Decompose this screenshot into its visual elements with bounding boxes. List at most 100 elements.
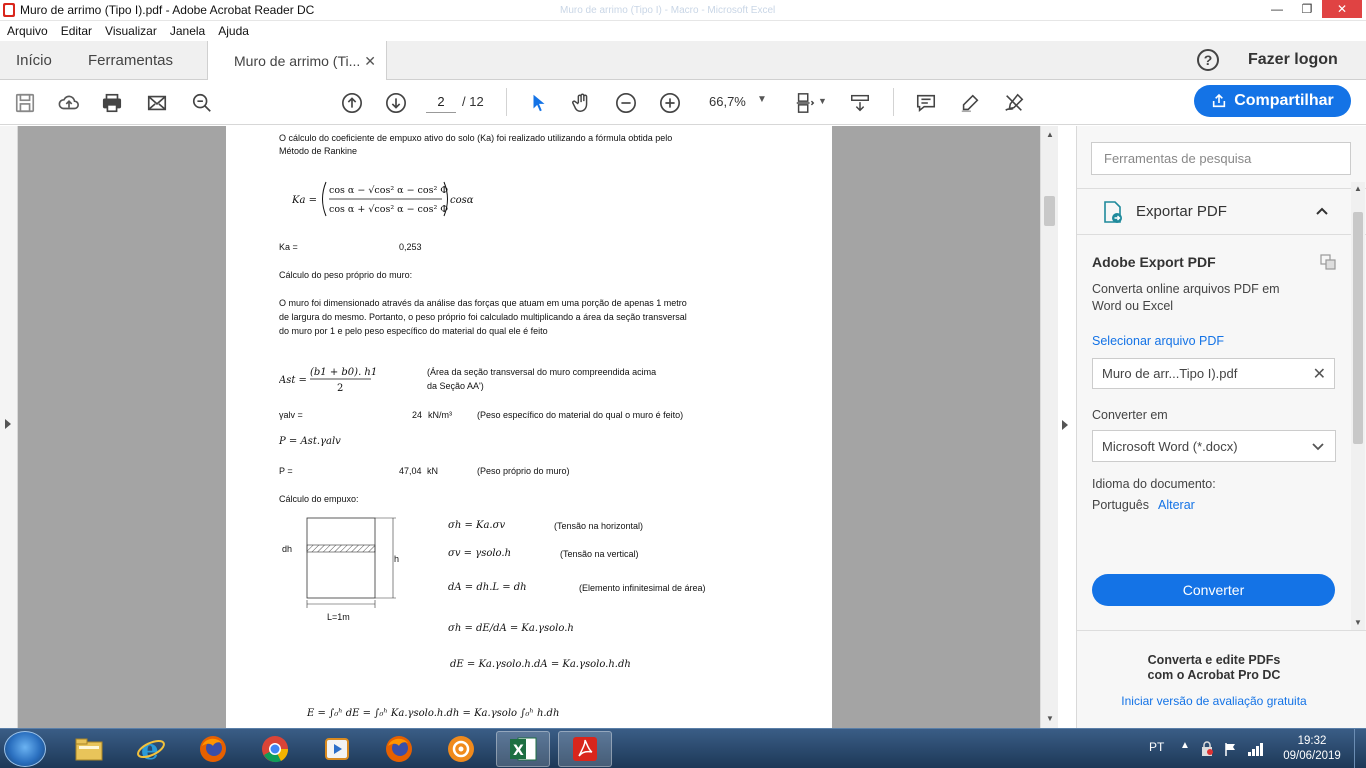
input-language[interactable]: PT xyxy=(1149,740,1164,754)
help-icon[interactable]: ? xyxy=(1197,49,1219,71)
svg-text:X: X xyxy=(513,743,524,759)
scroll-down-icon[interactable]: ▼ xyxy=(1046,714,1054,723)
svg-text:cosα: cosα xyxy=(450,195,474,206)
pdf-page: O cálculo do coeficiente de empuxo ativo… xyxy=(226,126,832,728)
system-clock[interactable]: 19:32 09/06/2019 xyxy=(1282,734,1342,764)
section-heading: Cálculo do peso próprio do muro: xyxy=(279,270,413,280)
share-button-label: Compartilhar xyxy=(1234,92,1334,109)
firefox-alt-icon[interactable] xyxy=(372,731,426,767)
minimize-button[interactable]: — xyxy=(1262,0,1292,18)
start-button[interactable] xyxy=(4,731,46,767)
hand-tool-icon[interactable] xyxy=(570,91,594,115)
windows-taskbar: e X PT ▲ 19:32 09/06/2019 xyxy=(0,728,1366,768)
scrollbar-thumb[interactable] xyxy=(1044,196,1055,226)
p-formula: P = Ast.γalv xyxy=(279,436,341,447)
change-language-link[interactable]: Alterar xyxy=(1158,498,1195,512)
free-trial-link[interactable]: Iniciar versão de avaliação gratuita xyxy=(1077,694,1351,708)
tray-security-icon[interactable] xyxy=(1199,741,1215,757)
menu-editar[interactable]: Editar xyxy=(61,24,92,38)
menu-janela[interactable]: Janela xyxy=(170,24,205,38)
scroll-up-icon[interactable]: ▲ xyxy=(1046,130,1054,139)
print-icon[interactable] xyxy=(100,91,124,115)
close-tab-icon[interactable]: ✕ xyxy=(364,53,376,70)
zoom-out-icon[interactable] xyxy=(614,91,638,115)
save-icon[interactable] xyxy=(13,91,37,115)
select-pdf-link[interactable]: Selecionar arquivo PDF xyxy=(1092,334,1224,348)
share-button[interactable]: Compartilhar xyxy=(1194,85,1351,117)
eq-de: dE = Ka.γsolo.h.dA = Ka.γsolo.h.dh xyxy=(450,659,631,670)
selected-file-field[interactable]: Muro de arr...Tipo I).pdf ✕ xyxy=(1092,358,1335,389)
scrollbar-thumb[interactable] xyxy=(1353,212,1363,444)
tab-home[interactable]: Início xyxy=(16,41,52,80)
svg-text:cos α − √cos² α − cos² Φ: cos α − √cos² α − cos² Φ xyxy=(329,185,448,196)
zoom-in-icon[interactable] xyxy=(658,91,682,115)
expand-left-pane-icon[interactable] xyxy=(5,419,11,429)
tools-search-input[interactable]: Ferramentas de pesquisa xyxy=(1091,142,1351,175)
next-page-icon[interactable] xyxy=(384,91,408,115)
collapse-chevron-icon[interactable] xyxy=(1315,206,1329,216)
promo-line: Converta e edite PDFs xyxy=(1147,653,1281,667)
selected-file-name: Muro de arr...Tipo I).pdf xyxy=(1102,366,1238,381)
ast-note: (Área da seção transversal do muro compr… xyxy=(427,367,657,377)
eq-da: dA = dh.L = dh xyxy=(448,582,527,593)
internet-explorer-icon[interactable]: e xyxy=(124,731,178,767)
acrobat-app-icon xyxy=(3,3,15,17)
show-desktop-button[interactable] xyxy=(1354,729,1366,768)
remove-file-icon[interactable]: ✕ xyxy=(1313,364,1326,384)
page-total: / 12 xyxy=(462,94,484,109)
document-viewport[interactable]: O cálculo do coeficiente de empuxo ativo… xyxy=(0,126,1058,728)
media-player-icon[interactable] xyxy=(310,731,364,767)
close-window-button[interactable]: ✕ xyxy=(1322,0,1362,18)
collapse-right-pane-icon[interactable] xyxy=(1062,420,1068,430)
excel-taskbar-icon[interactable]: X xyxy=(496,731,550,767)
tray-expand-icon[interactable]: ▲ xyxy=(1180,740,1190,751)
galv-label: γalv = xyxy=(279,410,303,420)
tab-document[interactable]: Muro de arrimo (Ti... ✕ xyxy=(207,41,387,81)
email-icon[interactable] xyxy=(145,91,169,115)
menu-arquivo[interactable]: Arquivo xyxy=(7,24,48,38)
share-icon xyxy=(1213,93,1226,108)
select-cursor-icon[interactable] xyxy=(527,91,551,115)
sync-app-icon[interactable] xyxy=(434,731,488,767)
menu-ajuda[interactable]: Ajuda xyxy=(218,24,249,38)
section-heading: Cálculo do empuxo: xyxy=(279,494,359,504)
page-number-input[interactable] xyxy=(426,91,456,113)
scroll-up-icon[interactable]: ▲ xyxy=(1354,184,1362,193)
file-explorer-icon[interactable] xyxy=(62,731,116,767)
tab-document-label: Muro de arrimo (Ti... xyxy=(234,53,361,69)
login-link[interactable]: Fazer logon xyxy=(1248,51,1338,69)
doc-text: do muro por 1 e pelo peso específico do … xyxy=(279,326,548,336)
copy-icon[interactable] xyxy=(1320,254,1336,270)
sign-icon[interactable] xyxy=(1002,91,1026,115)
galv-unit: kN/m³ xyxy=(428,410,452,420)
scroll-mode-icon[interactable] xyxy=(848,91,872,115)
scroll-down-icon[interactable]: ▼ xyxy=(1354,618,1362,627)
restore-button[interactable]: ❐ xyxy=(1292,0,1322,18)
left-pane-toggle[interactable] xyxy=(0,126,18,728)
previous-page-icon[interactable] xyxy=(340,91,364,115)
zoom-level[interactable]: 66,7% xyxy=(709,94,746,109)
export-pdf-header[interactable]: Exportar PDF xyxy=(1136,203,1227,220)
cloud-upload-icon[interactable] xyxy=(57,91,81,115)
document-scrollbar[interactable]: ▲ ▼ xyxy=(1040,126,1058,728)
zoom-dropdown-icon[interactable]: ▼ xyxy=(757,94,767,105)
tab-tools[interactable]: Ferramentas xyxy=(88,41,173,80)
promo-line: com o Acrobat Pro DC xyxy=(1147,668,1281,682)
acrobat-taskbar-icon[interactable] xyxy=(558,731,612,767)
eq-e-integral: E = ∫₀ʰ dE = ∫₀ʰ Ka.γsolo.h.dh = Ka.γsol… xyxy=(307,708,560,719)
menu-visualizar[interactable]: Visualizar xyxy=(105,24,157,38)
tools-pane-scrollbar[interactable]: ▲ ▼ xyxy=(1351,182,1365,630)
page-fit-icon[interactable] xyxy=(793,91,817,115)
action-center-flag-icon[interactable] xyxy=(1223,741,1239,757)
highlight-pen-icon[interactable] xyxy=(958,91,982,115)
svg-text:(b1 + b0). h1: (b1 + b0). h1 xyxy=(310,367,377,378)
page-fit-dropdown-icon[interactable]: ▼ xyxy=(818,96,827,106)
format-select[interactable]: Microsoft Word (*.docx) xyxy=(1092,430,1336,462)
chrome-icon[interactable] xyxy=(248,731,302,767)
find-icon[interactable] xyxy=(190,91,214,115)
network-signal-icon[interactable] xyxy=(1247,741,1265,757)
eq-sigma-h: σh = Ka.σv xyxy=(448,520,506,531)
convert-button[interactable]: Converter xyxy=(1092,574,1335,606)
comment-icon[interactable] xyxy=(914,91,938,115)
firefox-icon[interactable] xyxy=(186,731,240,767)
